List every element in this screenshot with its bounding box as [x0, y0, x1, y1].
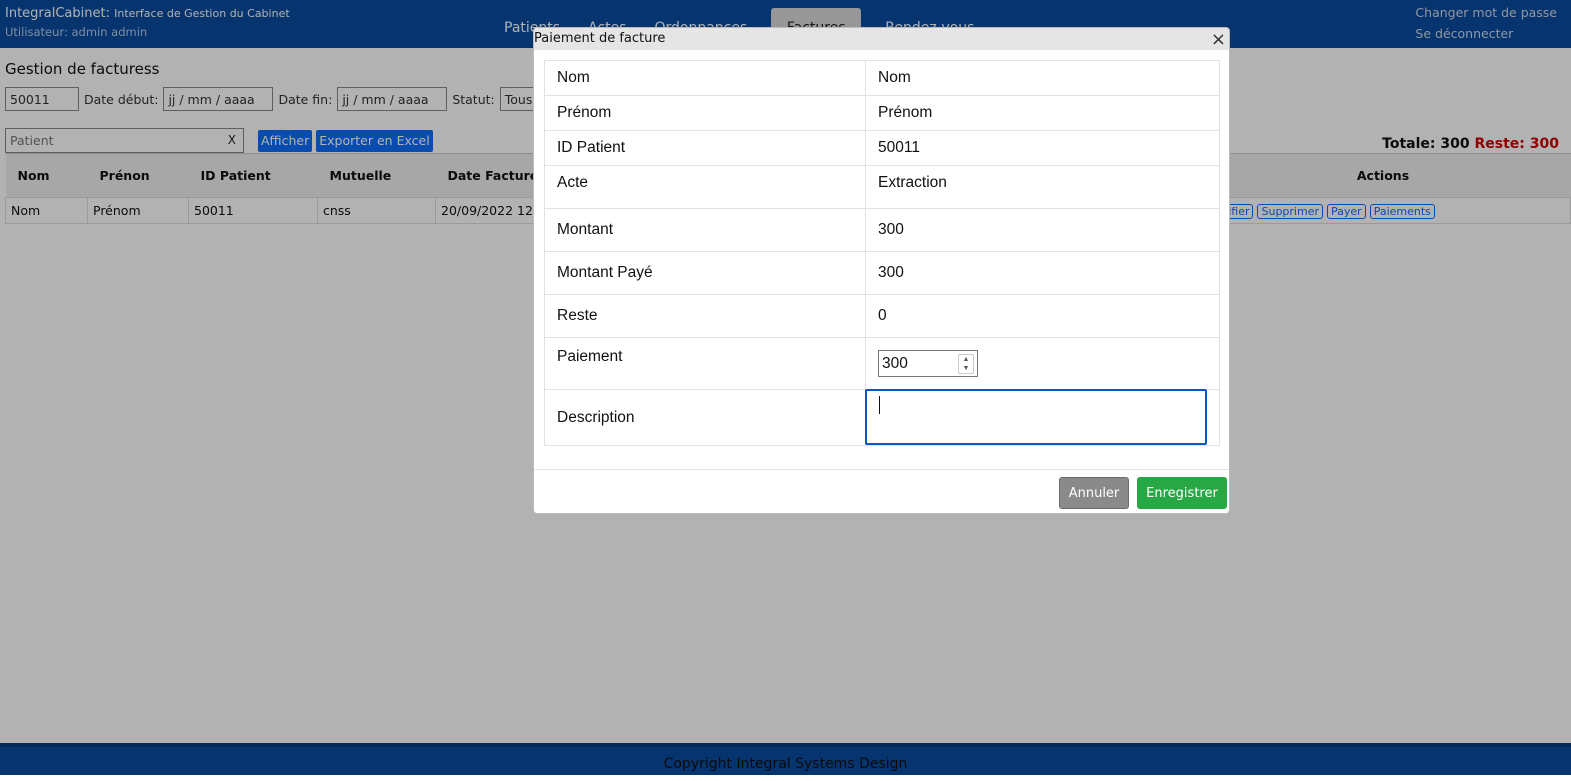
detail-row-acte: Acte Extraction [544, 165, 1220, 209]
detail-label: ID Patient [544, 130, 866, 166]
detail-label: Montant [544, 208, 866, 252]
detail-value: 50011 [865, 130, 1220, 166]
detail-value: 300 [865, 208, 1220, 252]
cancel-button[interactable]: Annuler [1059, 477, 1129, 509]
payment-label: Paiement [544, 337, 866, 390]
detail-row-paiement: Paiement 300 ▲ ▼ [544, 337, 1220, 390]
detail-label: Prénom [544, 95, 866, 131]
invoice-detail-table: Nom Nom Prénom Prénom ID Patient 50011 A… [544, 60, 1220, 446]
detail-row-description: Description [544, 389, 1220, 446]
detail-value: Extraction [865, 165, 1220, 209]
text-caret [879, 396, 880, 414]
detail-label: Acte [544, 165, 866, 209]
detail-row-prenom: Prénom Prénom [544, 95, 1220, 131]
payment-dialog: Paiement de facture × Nom Nom Prénom Pré… [533, 27, 1230, 514]
detail-label: Reste [544, 294, 866, 338]
close-icon[interactable]: × [1211, 30, 1226, 50]
save-button[interactable]: Enregistrer [1137, 477, 1227, 509]
detail-value: Prénom [865, 95, 1220, 131]
description-cell [865, 389, 1220, 446]
detail-value: Nom [865, 60, 1220, 96]
description-label: Description [544, 389, 866, 446]
detail-row-montant: Montant 300 [544, 208, 1220, 252]
detail-row-id-patient: ID Patient 50011 [544, 130, 1220, 166]
detail-value: 0 [865, 294, 1220, 338]
dialog-title: Paiement de facture [534, 31, 666, 46]
description-textarea[interactable] [865, 389, 1207, 445]
detail-label: Nom [544, 60, 866, 96]
payment-cell: 300 ▲ ▼ [865, 337, 1220, 390]
detail-row-montant-paye: Montant Payé 300 [544, 251, 1220, 295]
detail-value: 300 [865, 251, 1220, 295]
dialog-footer: Annuler Enregistrer [534, 469, 1229, 513]
dialog-body: Nom Nom Prénom Prénom ID Patient 50011 A… [534, 50, 1229, 446]
dialog-header: Paiement de facture × [534, 28, 1229, 50]
detail-row-reste: Reste 0 [544, 294, 1220, 338]
stepper-icon[interactable]: ▲ ▼ [958, 354, 974, 374]
payment-amount-value: 300 [882, 354, 908, 372]
detail-row-nom: Nom Nom [544, 60, 1220, 96]
detail-label: Montant Payé [544, 251, 866, 295]
payment-amount-input[interactable]: 300 ▲ ▼ [878, 350, 978, 377]
